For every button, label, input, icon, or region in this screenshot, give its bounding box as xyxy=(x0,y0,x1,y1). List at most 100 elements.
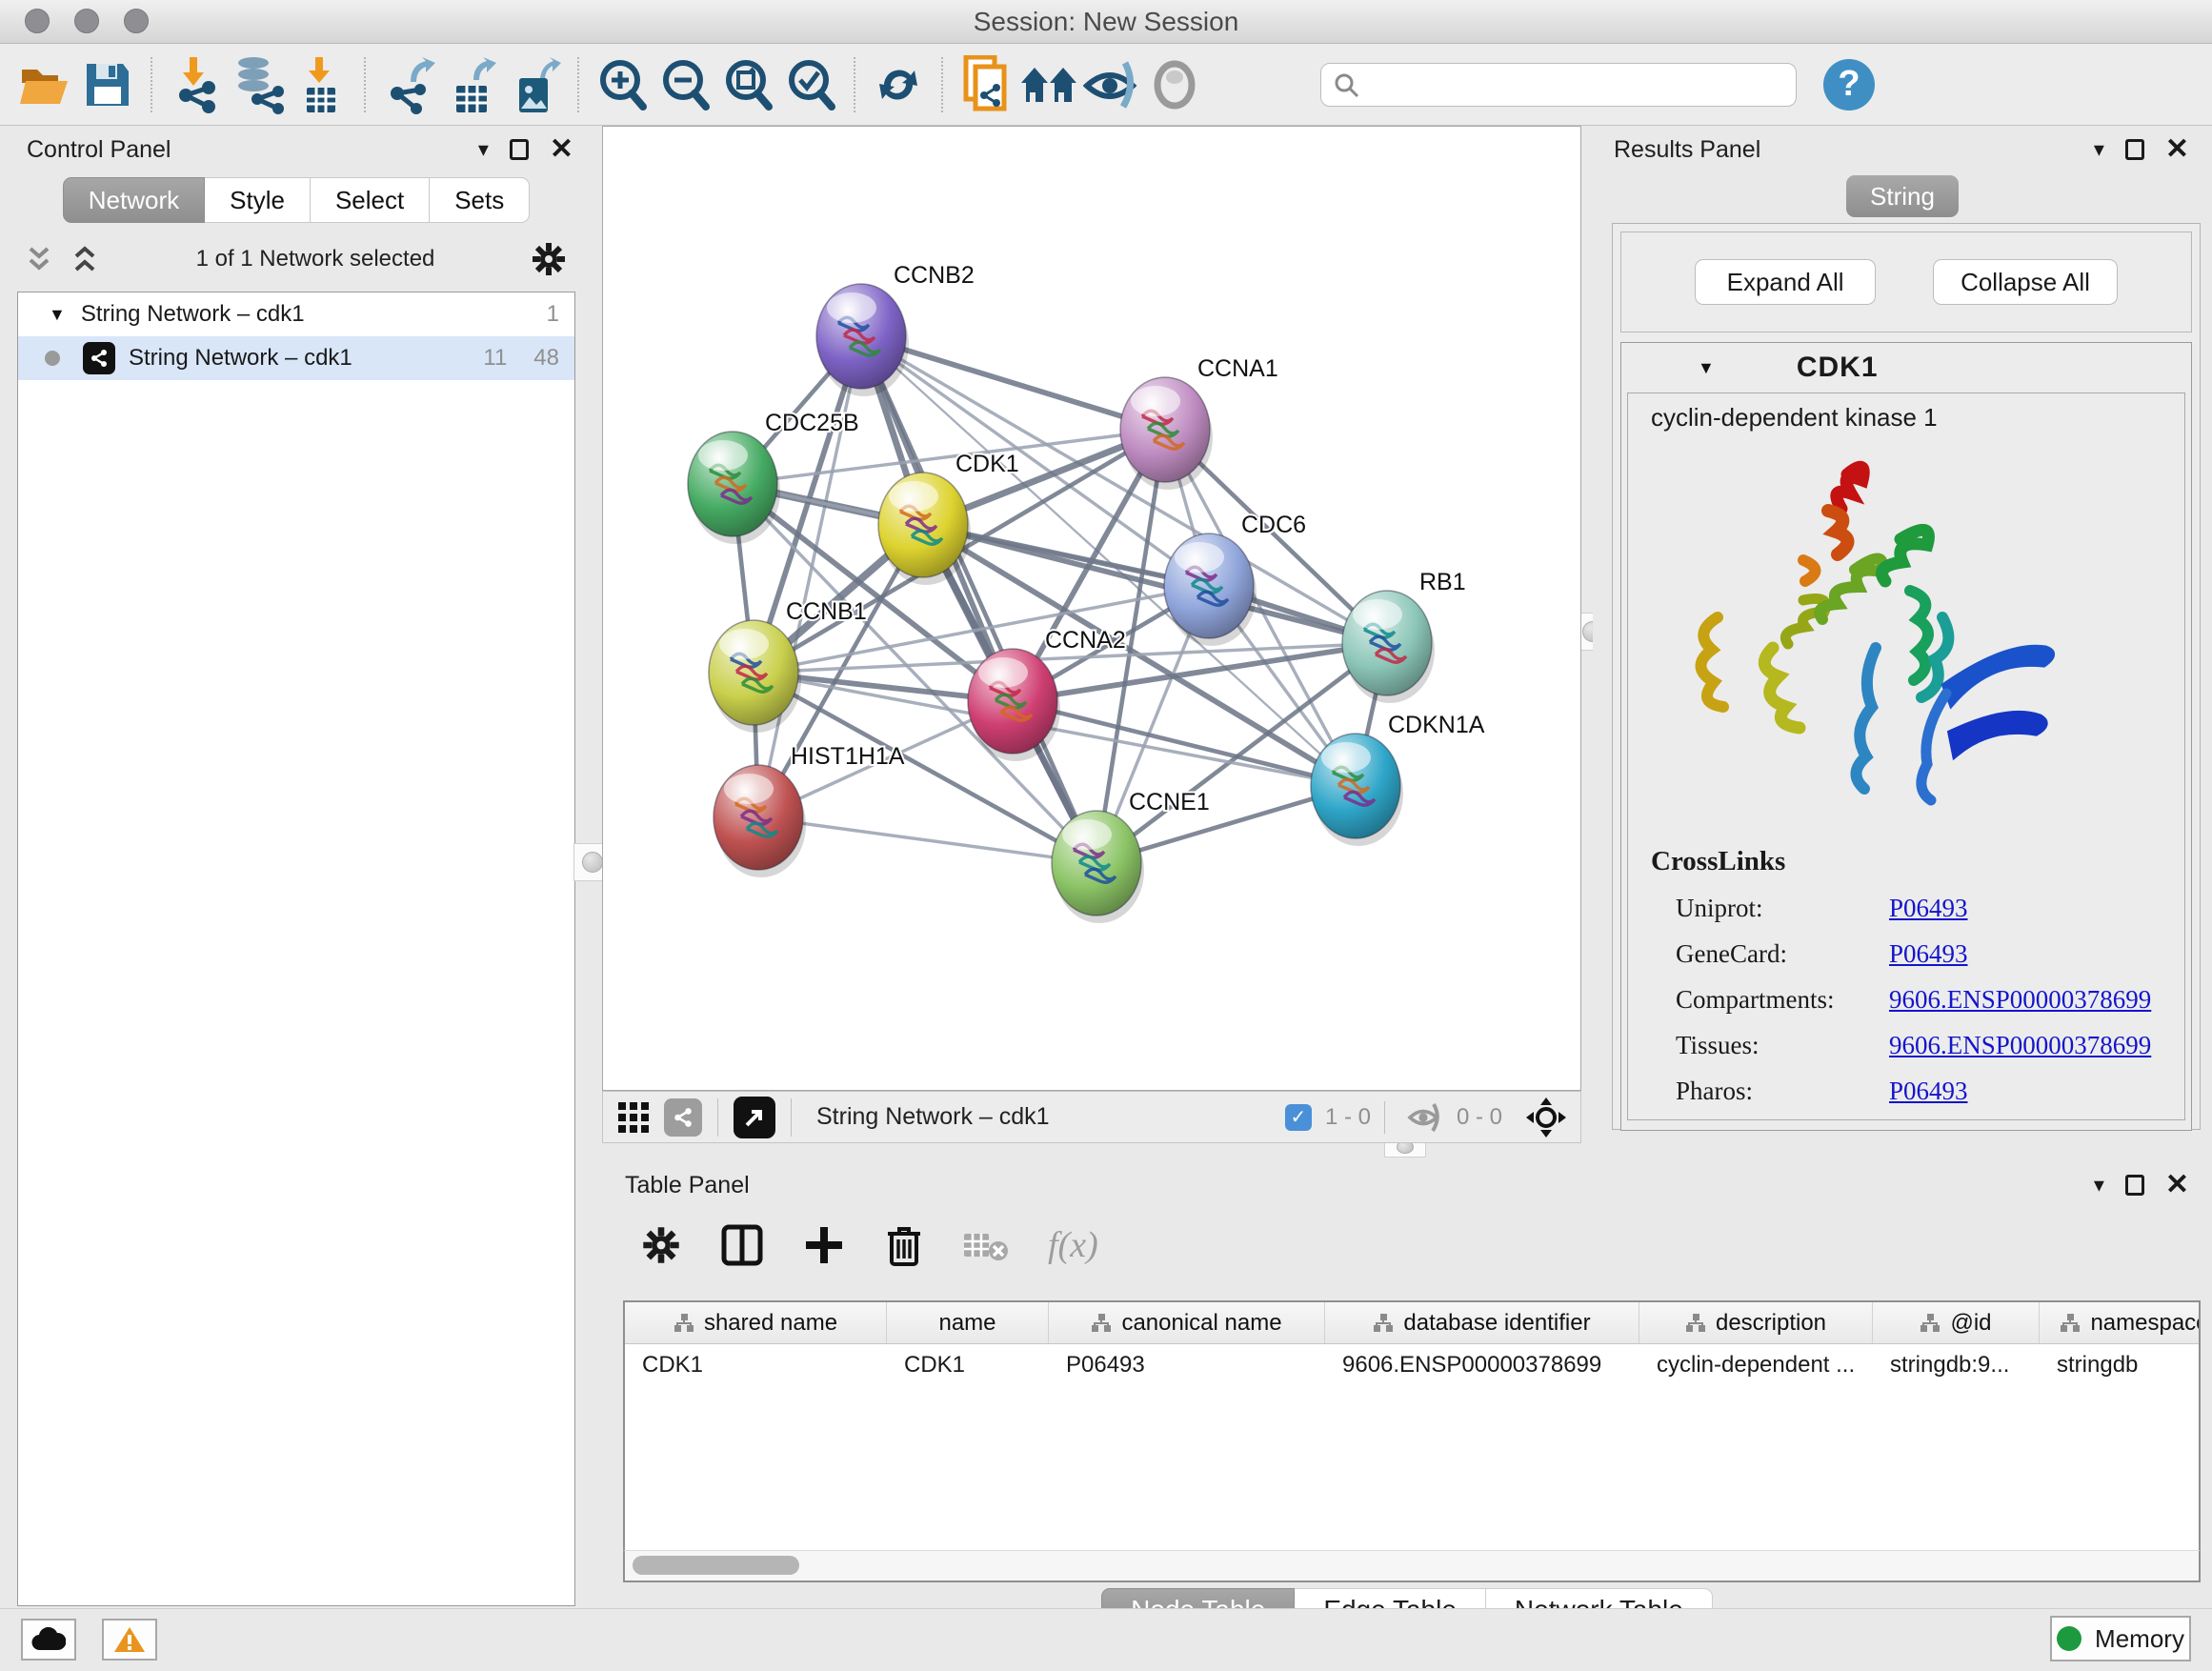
show-column-icon[interactable] xyxy=(720,1223,764,1267)
network-node-hist1h1a[interactable]: HIST1H1A xyxy=(714,743,905,877)
memory-button[interactable]: Memory xyxy=(2050,1616,2191,1661)
network-node-ccnb2[interactable]: CCNB2 xyxy=(816,262,975,396)
column-header-description[interactable]: description xyxy=(1639,1302,1873,1343)
close-window-button[interactable] xyxy=(25,9,50,33)
network-collection-row[interactable]: ▼ String Network – cdk1 1 xyxy=(18,292,574,336)
crosslink-link[interactable]: 9606.ENSP00000378699 xyxy=(1889,985,2151,1015)
export-network-button[interactable] xyxy=(377,54,440,115)
first-neighbors-button[interactable] xyxy=(955,54,1017,115)
table-horizontal-scrollbar[interactable] xyxy=(623,1550,2201,1582)
column-header-shared-name[interactable]: shared name xyxy=(625,1302,887,1343)
warnings-button[interactable] xyxy=(102,1619,157,1661)
toolbar-search[interactable] xyxy=(1320,63,1797,107)
panel-close-icon[interactable]: ✕ xyxy=(2165,135,2189,164)
column-header-namespace[interactable]: namespace xyxy=(2040,1302,2201,1343)
network-graph[interactable]: CCNB2CCNA1CDC25BCDK1CDC6RB1CCNB1CCNA2CDK… xyxy=(603,127,1580,1090)
table-cell[interactable]: stringdb xyxy=(2040,1344,2201,1388)
function-builder-button[interactable]: f(x) xyxy=(1048,1224,1098,1266)
panel-menu-icon[interactable]: ▾ xyxy=(2094,139,2104,160)
collapse-all-networks-icon[interactable] xyxy=(23,245,55,273)
window-controls[interactable] xyxy=(25,9,149,33)
save-session-button[interactable] xyxy=(76,54,139,115)
hidden-elements-icon[interactable] xyxy=(1407,1102,1443,1133)
zoom-window-button[interactable] xyxy=(124,9,149,33)
expand-all-networks-icon[interactable] xyxy=(69,245,101,273)
table-cell[interactable]: P06493 xyxy=(1049,1344,1325,1388)
import-network-from-database-button[interactable] xyxy=(227,54,290,115)
collapse-all-button[interactable]: Collapse All xyxy=(1933,259,2118,305)
show-graphics-details-button[interactable] xyxy=(1017,54,1080,115)
column-header-name[interactable]: name xyxy=(887,1302,1049,1343)
network-row[interactable]: String Network – cdk1 11 48 xyxy=(18,336,574,380)
help-button[interactable]: ? xyxy=(1823,59,1875,111)
crosslink-link[interactable]: P06493 xyxy=(1889,894,1968,923)
network-node-cdc25b[interactable]: CDC25B xyxy=(688,410,859,544)
export-image-button[interactable] xyxy=(503,54,566,115)
import-table-button[interactable] xyxy=(290,54,352,115)
zoom-fit-button[interactable] xyxy=(716,54,779,115)
panel-close-icon[interactable]: ✕ xyxy=(550,135,573,164)
grid-view-icon[interactable] xyxy=(616,1100,651,1135)
delete-table-icon[interactable] xyxy=(962,1228,1010,1262)
apply-layout-button[interactable] xyxy=(867,54,930,115)
scrollbar-thumb[interactable] xyxy=(633,1556,799,1575)
crosslink-link[interactable]: P06493 xyxy=(1889,939,1968,969)
tab-sets[interactable]: Sets xyxy=(430,177,530,223)
minimize-window-button[interactable] xyxy=(74,9,99,33)
birds-eye-view-icon[interactable] xyxy=(1525,1097,1567,1138)
cloud-status-button[interactable] xyxy=(21,1619,76,1661)
tab-network[interactable]: Network xyxy=(63,177,205,223)
panel-menu-icon[interactable]: ▾ xyxy=(2094,1175,2104,1196)
network-node-cdkn1a[interactable]: CDKN1A xyxy=(1311,712,1485,846)
column-header-canonical-name[interactable]: canonical name xyxy=(1049,1302,1325,1343)
tab-string[interactable]: String xyxy=(1846,175,1959,217)
table-cell[interactable]: 9606.ENSP00000378699 xyxy=(1325,1344,1639,1388)
crosslink-link[interactable]: 9606.ENSP00000378699 xyxy=(1889,1031,2151,1060)
column-header-database-identifier[interactable]: database identifier xyxy=(1325,1302,1639,1343)
show-hide-panel-button[interactable] xyxy=(1143,54,1206,115)
table-cell[interactable]: cyclin-dependent ... xyxy=(1639,1344,1873,1388)
tab-select[interactable]: Select xyxy=(311,177,430,223)
zoom-in-button[interactable] xyxy=(591,54,654,115)
detach-view-icon[interactable] xyxy=(734,1097,775,1138)
table-options-gear-icon[interactable] xyxy=(640,1224,682,1266)
network-node-ccna1[interactable]: CCNA1 xyxy=(1120,355,1278,490)
delete-column-trash-icon[interactable] xyxy=(884,1222,924,1268)
export-table-button[interactable] xyxy=(440,54,503,115)
network-options-gear-icon[interactable] xyxy=(530,240,568,278)
table-row[interactable]: CDK1CDK1P064939606.ENSP00000378699cyclin… xyxy=(625,1344,2199,1388)
open-session-button[interactable] xyxy=(13,54,76,115)
network-node-cdc6[interactable]: CDC6 xyxy=(1164,512,1306,646)
panel-float-icon[interactable] xyxy=(2125,139,2144,160)
table-cell[interactable]: CDK1 xyxy=(625,1344,887,1388)
column-header--id[interactable]: @id xyxy=(1873,1302,2040,1343)
network-node-rb1[interactable]: RB1 xyxy=(1342,569,1466,703)
selected-indicator-checkbox[interactable]: ✓ xyxy=(1285,1104,1312,1131)
table-cell[interactable]: stringdb:9... xyxy=(1873,1344,2040,1388)
zoom-selected-button[interactable] xyxy=(779,54,842,115)
hide-graphics-details-button[interactable] xyxy=(1080,54,1143,115)
network-edge[interactable] xyxy=(923,525,1387,643)
network-edge[interactable] xyxy=(861,336,1096,863)
import-network-button[interactable] xyxy=(164,54,227,115)
expand-all-button[interactable]: Expand All xyxy=(1695,259,1876,305)
network-node-ccne1[interactable]: CCNE1 xyxy=(1052,789,1210,923)
node-table[interactable]: shared namenamecanonical namedatabase id… xyxy=(623,1300,2201,1550)
panel-menu-icon[interactable]: ▾ xyxy=(478,139,489,160)
network-node-cdk1[interactable]: CDK1 xyxy=(878,451,1019,585)
search-input[interactable] xyxy=(1359,71,1760,98)
panel-float-icon[interactable] xyxy=(510,139,529,160)
tab-style[interactable]: Style xyxy=(205,177,311,223)
collapse-triangle-icon[interactable]: ▼ xyxy=(49,305,66,325)
zoom-out-button[interactable] xyxy=(654,54,716,115)
create-column-plus-icon[interactable] xyxy=(802,1223,846,1267)
entry-collapse-icon[interactable]: ▼ xyxy=(1698,358,1715,378)
network-canvas[interactable]: CCNB2CCNA1CDC25BCDK1CDC6RB1CCNB1CCNA2CDK… xyxy=(602,126,1581,1091)
network-view-mode-icon[interactable] xyxy=(664,1098,702,1137)
crosslink-link[interactable]: P06493 xyxy=(1889,1077,1968,1106)
panel-close-icon[interactable]: ✕ xyxy=(2165,1171,2189,1199)
panel-float-icon[interactable] xyxy=(2125,1175,2144,1196)
search-icon xyxy=(1333,71,1359,98)
table-cell[interactable]: CDK1 xyxy=(887,1344,1049,1388)
network-edge[interactable] xyxy=(758,817,1096,863)
